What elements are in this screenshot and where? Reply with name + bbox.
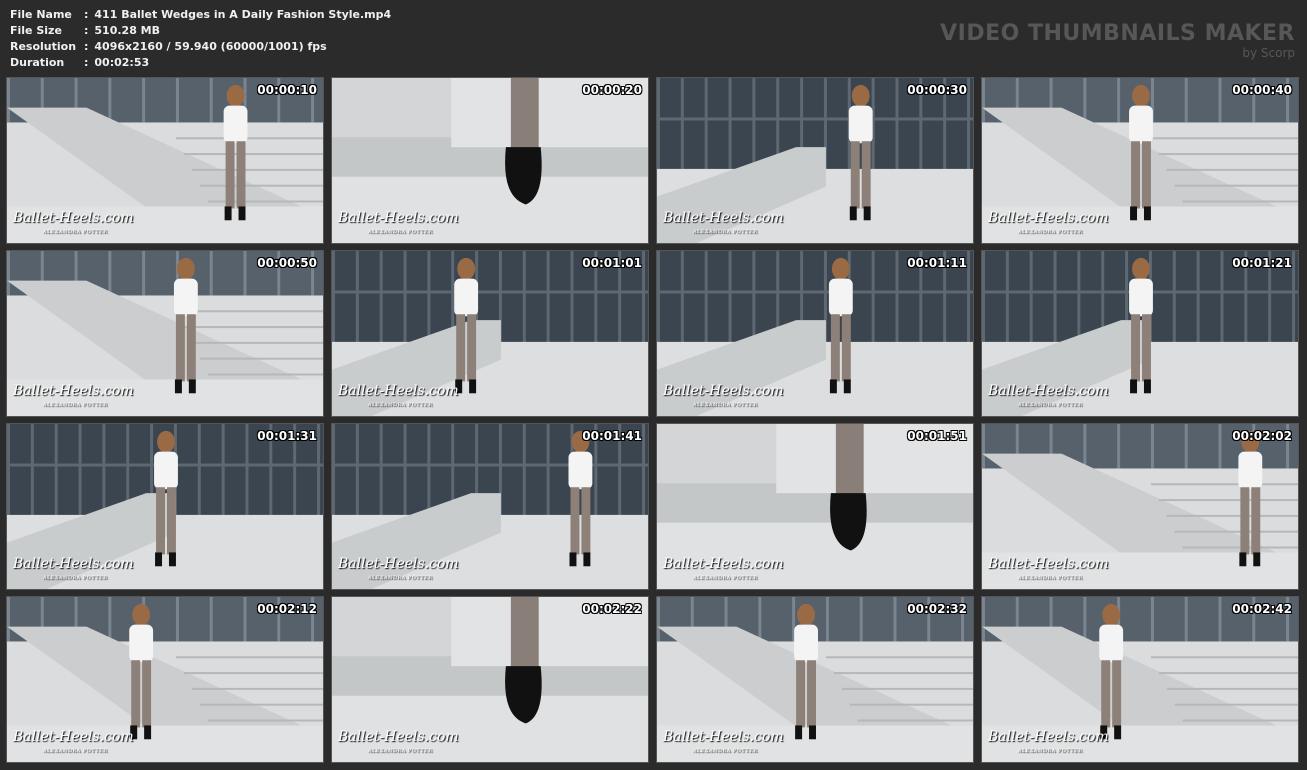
watermark: Ballet-Heels.com ALEXANDRA POTTER (663, 730, 784, 758)
file-name-label: File Name (10, 8, 72, 21)
brand-subtitle: by Scorp (1242, 46, 1295, 60)
file-name-row: File Name:411 Ballet Wedges in A Daily F… (10, 8, 392, 21)
watermark-sub: ALEXANDRA POTTER (693, 748, 758, 754)
video-thumbnail[interactable]: 00:01:41 Ballet-Heels.com ALEXANDRA POTTER (331, 423, 649, 590)
watermark: Ballet-Heels.com ALEXANDRA POTTER (338, 211, 459, 239)
thumbnail-timestamp: 00:01:21 (1232, 256, 1292, 270)
watermark-main: Ballet-Heels.com (338, 210, 459, 226)
video-thumbnail[interactable]: 00:02:02 Ballet-Heels.com ALEXANDRA POTTER (981, 423, 1299, 590)
watermark: Ballet-Heels.com ALEXANDRA POTTER (13, 730, 134, 758)
watermark-sub: ALEXANDRA POTTER (368, 229, 433, 235)
thumbnail-timestamp: 00:02:42 (1232, 602, 1292, 616)
thumbnail-timestamp: 00:01:01 (582, 256, 642, 270)
watermark-sub: ALEXANDRA POTTER (693, 229, 758, 235)
video-thumbnail[interactable]: 00:00:30 Ballet-Heels.com ALEXANDRA POTTER (656, 77, 974, 244)
watermark-sub: ALEXANDRA POTTER (1018, 402, 1083, 408)
thumbnail-timestamp: 00:01:51 (907, 429, 967, 443)
watermark-main: Ballet-Heels.com (13, 556, 134, 572)
video-thumbnail[interactable]: 00:01:31 Ballet-Heels.com ALEXANDRA POTTER (6, 423, 324, 590)
file-size-value: 510.28 MB (94, 24, 161, 37)
watermark-sub: ALEXANDRA POTTER (43, 229, 108, 235)
watermark: Ballet-Heels.com ALEXANDRA POTTER (663, 557, 784, 585)
thumbnail-timestamp: 00:00:40 (1232, 83, 1292, 97)
watermark-sub: ALEXANDRA POTTER (693, 575, 758, 581)
duration-value: 00:02:53 (94, 56, 150, 69)
watermark-main: Ballet-Heels.com (988, 729, 1109, 745)
thumbnail-timestamp: 00:02:32 (907, 602, 967, 616)
watermark-main: Ballet-Heels.com (663, 383, 784, 399)
resolution-row: Resolution:4096x2160 / 59.940 (60000/100… (10, 40, 327, 53)
thumbnail-timestamp: 00:00:20 (582, 83, 642, 97)
watermark-sub: ALEXANDRA POTTER (43, 748, 108, 754)
watermark: Ballet-Heels.com ALEXANDRA POTTER (988, 211, 1109, 239)
watermark-main: Ballet-Heels.com (338, 729, 459, 745)
video-thumbnail[interactable]: 00:01:51 Ballet-Heels.com ALEXANDRA POTTER (656, 423, 974, 590)
watermark-main: Ballet-Heels.com (338, 556, 459, 572)
watermark: Ballet-Heels.com ALEXANDRA POTTER (663, 384, 784, 412)
watermark-main: Ballet-Heels.com (338, 383, 459, 399)
file-info-panel: File Name:411 Ballet Wedges in A Daily F… (10, 7, 391, 71)
watermark: Ballet-Heels.com ALEXANDRA POTTER (338, 384, 459, 412)
watermark-sub: ALEXANDRA POTTER (1018, 748, 1083, 754)
video-thumbnail[interactable]: 00:01:11 Ballet-Heels.com ALEXANDRA POTTER (656, 250, 974, 417)
duration-row: Duration:00:02:53 (10, 56, 150, 69)
watermark: Ballet-Heels.com ALEXANDRA POTTER (988, 730, 1109, 758)
watermark: Ballet-Heels.com ALEXANDRA POTTER (338, 730, 459, 758)
resolution-value: 4096x2160 / 59.940 (60000/1001) fps (94, 40, 327, 53)
watermark: Ballet-Heels.com ALEXANDRA POTTER (13, 557, 134, 585)
brand-logo: VIDEO THUMBNAILS MAKER by Scorp (940, 21, 1295, 61)
video-thumbnail[interactable]: 00:02:32 Ballet-Heels.com ALEXANDRA POTTER (656, 596, 974, 763)
watermark-main: Ballet-Heels.com (663, 729, 784, 745)
file-size-label: File Size (10, 24, 62, 37)
watermark-main: Ballet-Heels.com (988, 210, 1109, 226)
watermark-sub: ALEXANDRA POTTER (1018, 575, 1083, 581)
video-thumbnail[interactable]: 00:00:20 Ballet-Heels.com ALEXANDRA POTTER (331, 77, 649, 244)
watermark-main: Ballet-Heels.com (988, 556, 1109, 572)
thumbnail-timestamp: 00:00:10 (257, 83, 317, 97)
video-thumbnail[interactable]: 00:02:12 Ballet-Heels.com ALEXANDRA POTTER (6, 596, 324, 763)
watermark: Ballet-Heels.com ALEXANDRA POTTER (13, 384, 134, 412)
watermark-sub: ALEXANDRA POTTER (368, 402, 433, 408)
watermark-sub: ALEXANDRA POTTER (43, 402, 108, 408)
watermark-main: Ballet-Heels.com (13, 383, 134, 399)
watermark: Ballet-Heels.com ALEXANDRA POTTER (663, 211, 784, 239)
video-thumbnail[interactable]: 00:02:42 Ballet-Heels.com ALEXANDRA POTTER (981, 596, 1299, 763)
thumbnail-timestamp: 00:00:30 (907, 83, 967, 97)
brand-title: VIDEO THUMBNAILS MAKER (940, 21, 1295, 46)
watermark-sub: ALEXANDRA POTTER (368, 575, 433, 581)
video-thumbnail[interactable]: 00:00:50 Ballet-Heels.com ALEXANDRA POTTER (6, 250, 324, 417)
watermark-sub: ALEXANDRA POTTER (693, 402, 758, 408)
file-name-value: 411 Ballet Wedges in A Daily Fashion Sty… (94, 8, 392, 21)
video-thumbnail[interactable]: 00:02:22 Ballet-Heels.com ALEXANDRA POTTER (331, 596, 649, 763)
thumbnail-timestamp: 00:02:02 (1232, 429, 1292, 443)
resolution-label: Resolution (10, 40, 77, 53)
watermark-main: Ballet-Heels.com (663, 210, 784, 226)
thumbnail-timestamp: 00:02:12 (257, 602, 317, 616)
watermark-main: Ballet-Heels.com (663, 556, 784, 572)
video-thumbnail[interactable]: 00:00:10 Ballet-Heels.com ALEXANDRA POTTER (6, 77, 324, 244)
thumbnail-timestamp: 00:01:41 (582, 429, 642, 443)
watermark-main: Ballet-Heels.com (13, 210, 134, 226)
video-thumbnail[interactable]: 00:00:40 Ballet-Heels.com ALEXANDRA POTTER (981, 77, 1299, 244)
watermark: Ballet-Heels.com ALEXANDRA POTTER (338, 557, 459, 585)
watermark-sub: ALEXANDRA POTTER (43, 575, 108, 581)
duration-label: Duration (10, 56, 65, 69)
watermark-main: Ballet-Heels.com (13, 729, 134, 745)
watermark-sub: ALEXANDRA POTTER (1018, 229, 1083, 235)
thumbnail-timestamp: 00:01:11 (907, 256, 967, 270)
thumbnail-timestamp: 00:01:31 (257, 429, 317, 443)
watermark-main: Ballet-Heels.com (988, 383, 1109, 399)
watermark-sub: ALEXANDRA POTTER (368, 748, 433, 754)
watermark: Ballet-Heels.com ALEXANDRA POTTER (13, 211, 134, 239)
thumbnail-timestamp: 00:02:22 (582, 602, 642, 616)
watermark: Ballet-Heels.com ALEXANDRA POTTER (988, 384, 1109, 412)
video-thumbnail[interactable]: 00:01:01 Ballet-Heels.com ALEXANDRA POTTER (331, 250, 649, 417)
watermark: Ballet-Heels.com ALEXANDRA POTTER (988, 557, 1109, 585)
file-size-row: File Size:510.28 MB (10, 24, 161, 37)
video-thumbnail[interactable]: 00:01:21 Ballet-Heels.com ALEXANDRA POTTER (981, 250, 1299, 417)
thumbnail-timestamp: 00:00:50 (257, 256, 317, 270)
